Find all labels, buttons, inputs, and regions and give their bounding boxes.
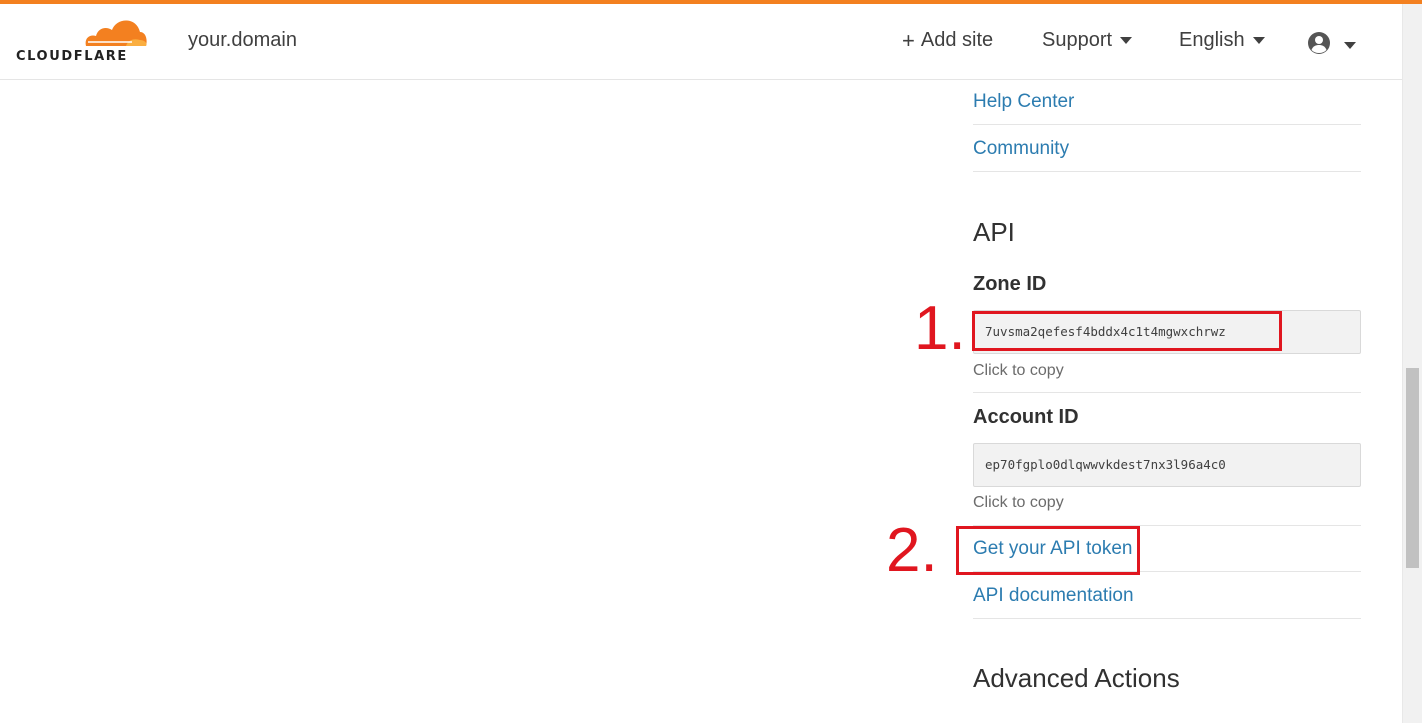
zone-id-highlight-box xyxy=(972,311,1282,351)
add-site-label: Add site xyxy=(920,29,994,51)
cloud-icon xyxy=(85,20,147,46)
sidebar-link-community: Community xyxy=(973,126,1361,172)
language-label: English xyxy=(1179,29,1245,51)
support-dropdown[interactable]: Support xyxy=(1042,29,1133,52)
top-navbar: CLOUDFLARE your.domain + Add site Suppor… xyxy=(0,4,1402,80)
current-domain[interactable]: your.domain xyxy=(188,29,297,52)
api-section-title: API xyxy=(973,217,1015,247)
user-avatar-icon[interactable] xyxy=(1307,31,1331,55)
account-id-field[interactable]: ep70fgplo0dlqwwvkdest7nx3l96a4c0 xyxy=(973,443,1361,487)
help-center-link[interactable]: Help Center xyxy=(973,91,1074,113)
chevron-down-icon xyxy=(1120,37,1133,44)
scrollbar-thumb[interactable] xyxy=(1406,368,1419,568)
sidebar-link-api-docs: API documentation xyxy=(973,573,1361,619)
divider xyxy=(973,392,1361,393)
community-link[interactable]: Community xyxy=(973,138,1069,160)
plus-icon: + xyxy=(902,27,915,53)
advanced-actions-title: Advanced Actions xyxy=(973,663,1180,693)
account-id-value: ep70fgplo0dlqwwvkdest7nx3l96a4c0 xyxy=(985,457,1226,472)
api-documentation-link[interactable]: API documentation xyxy=(973,585,1134,607)
logo-text: CLOUDFLARE xyxy=(16,49,128,64)
cloudflare-logo[interactable]: CLOUDFLARE xyxy=(16,16,151,68)
sidebar-link-help-center: Help Center xyxy=(973,79,1361,125)
step-1-annotation: 1. xyxy=(914,294,966,363)
vertical-scrollbar[interactable] xyxy=(1402,4,1422,723)
language-dropdown[interactable]: English xyxy=(1179,29,1265,52)
user-menu-chevron-icon[interactable] xyxy=(1344,42,1356,49)
support-label: Support xyxy=(1042,29,1113,51)
zone-id-copy-hint: Click to copy xyxy=(973,362,1064,379)
account-id-label: Account ID xyxy=(973,406,1079,428)
step-2-annotation: 2. xyxy=(886,516,938,585)
api-token-highlight-box xyxy=(956,526,1140,575)
zone-id-label: Zone ID xyxy=(973,273,1047,295)
account-id-copy-hint: Click to copy xyxy=(973,494,1064,511)
chevron-down-icon xyxy=(1252,37,1265,44)
add-site-button[interactable]: + Add site xyxy=(902,29,993,52)
